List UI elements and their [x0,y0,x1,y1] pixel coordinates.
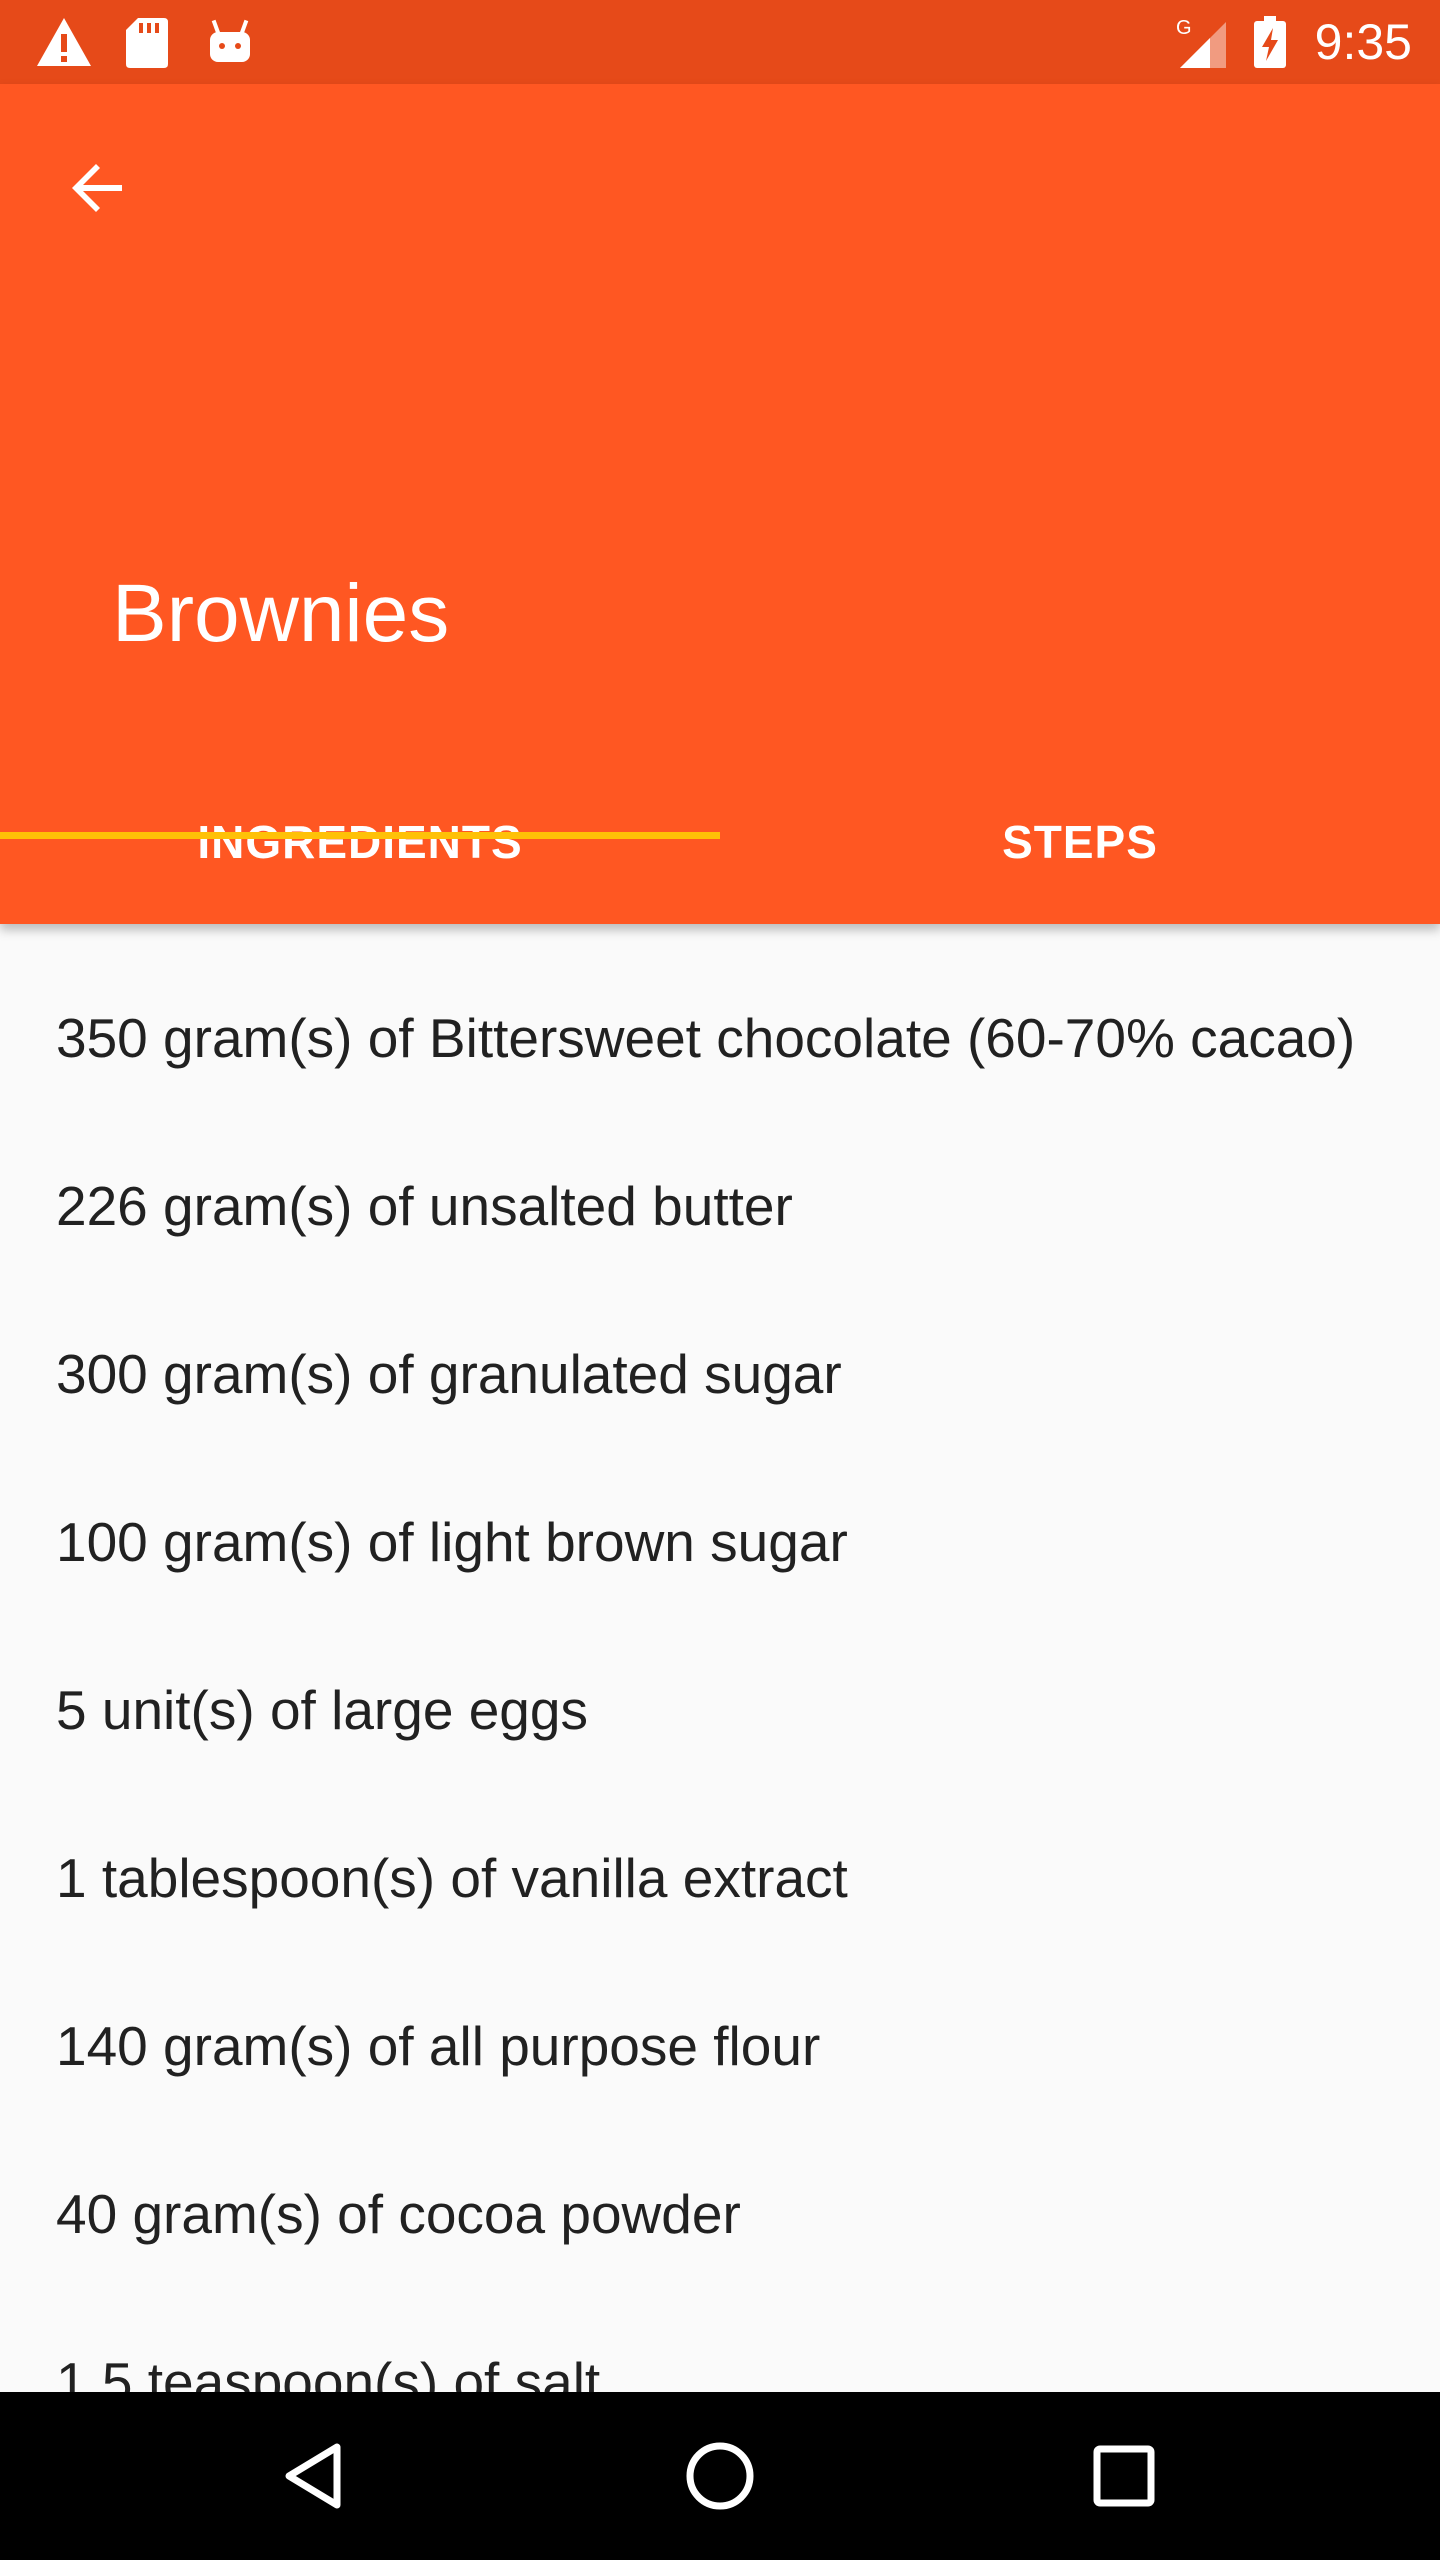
sd-card-icon [126,18,168,68]
ingredient-item: 100 gram(s) of light brown sugar [56,1511,848,1573]
app-bar: Brownies INGREDIENTS STEPS [0,84,1440,924]
nav-home-button[interactable] [674,2430,766,2522]
status-bar: G 9:35 [0,0,1440,84]
ingredient-item: 300 gram(s) of granulated sugar [56,1343,842,1405]
ingredient-item: 1.5 teaspoon(s) of salt [56,2351,601,2392]
page-title: Brownies [112,568,450,659]
home-circle-icon [686,2442,754,2510]
back-button[interactable] [52,142,144,234]
tab-ingredients-label: INGREDIENTS [197,816,523,868]
ingredient-item: 1 tablespoon(s) of vanilla extract [56,1847,848,1909]
ingredient-item: 5 unit(s) of large eggs [56,1679,588,1741]
ingredient-item: 140 gram(s) of all purpose flour [56,2015,821,2077]
nav-recents-button[interactable] [1078,2430,1170,2522]
ingredient-item: 226 gram(s) of unsalted butter [56,1175,793,1237]
status-time: 9:35 [1314,14,1412,70]
ingredient-item: 350 gram(s) of Bittersweet chocolate (60… [56,1007,1356,1069]
screen: G 9:35 Brownies INGREDIENTS STEPS 350 gr… [0,0,1440,2560]
ingredient-item: 40 gram(s) of cocoa powder [56,2183,741,2245]
tab-steps-label: STEPS [1002,816,1158,868]
recents-square-icon [1093,2445,1155,2507]
back-triangle-icon [285,2443,341,2509]
tab-selected-indicator [0,832,720,839]
battery-charging-icon [1254,16,1286,68]
ingredient-list[interactable]: 350 gram(s) of Bittersweet chocolate (60… [0,924,1440,2392]
warning-icon [37,18,91,66]
android-icon [210,19,250,62]
signal-icon: G [1176,17,1226,68]
nav-back-button[interactable] [270,2430,362,2522]
system-nav-bar [0,2392,1440,2560]
arrow-back-icon [72,164,122,212]
network-type-label: G [1176,17,1192,39]
